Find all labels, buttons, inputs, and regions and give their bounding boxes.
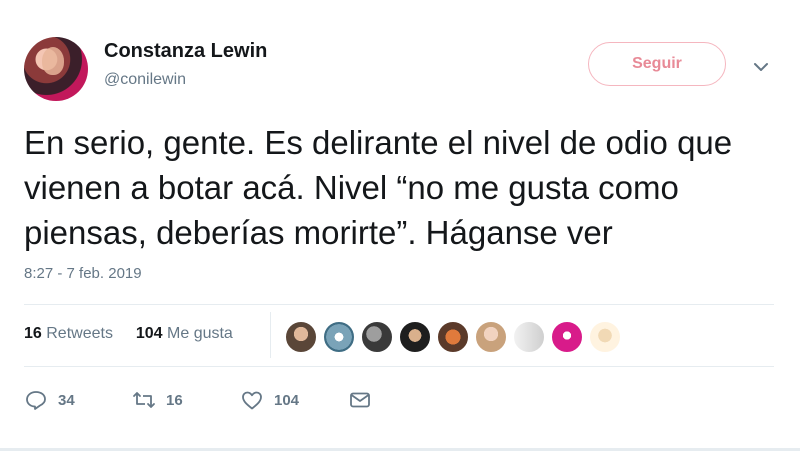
liker-avatar[interactable] <box>322 320 356 354</box>
reply-button[interactable]: 34 <box>24 386 75 414</box>
like-button[interactable]: 104 <box>240 386 299 414</box>
tweet-stats: 16 Retweets 104 Me gusta <box>24 325 233 343</box>
likes-stat[interactable]: 104 Me gusta <box>136 325 233 342</box>
reply-count: 34 <box>58 391 75 409</box>
stats-separator <box>270 312 271 358</box>
retweets-count: 16 <box>24 325 42 342</box>
tweet-timestamp[interactable]: 8:27 - 7 feb. 2019 <box>24 265 142 282</box>
retweets-label: Retweets <box>46 325 113 342</box>
retweet-icon <box>133 392 155 408</box>
direct-message-button[interactable] <box>348 386 372 414</box>
liker-avatar[interactable] <box>398 320 432 354</box>
bottom-border <box>0 448 800 451</box>
user-name[interactable]: Constanza Lewin <box>104 40 267 63</box>
tweet-card: Constanza Lewin @conilewin Seguir En ser… <box>0 0 800 453</box>
like-count: 104 <box>274 391 300 409</box>
liker-avatar[interactable] <box>474 320 508 354</box>
reply-icon <box>26 391 46 410</box>
envelope-icon <box>350 392 370 408</box>
retweet-count: 16 <box>166 391 183 409</box>
liker-avatar[interactable] <box>588 320 622 354</box>
follow-button[interactable]: Seguir <box>588 42 726 86</box>
avatar[interactable] <box>24 37 88 101</box>
likes-label: Me gusta <box>167 325 233 342</box>
liker-avatar[interactable] <box>284 320 318 354</box>
heart-icon <box>242 391 262 410</box>
divider <box>24 304 774 305</box>
retweet-button[interactable]: 16 <box>132 386 183 414</box>
liker-avatar[interactable] <box>436 320 470 354</box>
divider <box>24 366 774 367</box>
likes-count: 104 <box>135 325 163 342</box>
user-handle[interactable]: @conilewin <box>104 71 186 89</box>
liker-avatar[interactable] <box>550 320 584 354</box>
liker-avatar[interactable] <box>360 320 394 354</box>
retweets-stat[interactable]: 16 Retweets <box>24 325 117 342</box>
liker-avatar[interactable] <box>512 320 546 354</box>
chevron-down-icon[interactable] <box>752 58 770 76</box>
tweet-text: En serio, gente. Es delirante el nivel d… <box>24 124 733 251</box>
